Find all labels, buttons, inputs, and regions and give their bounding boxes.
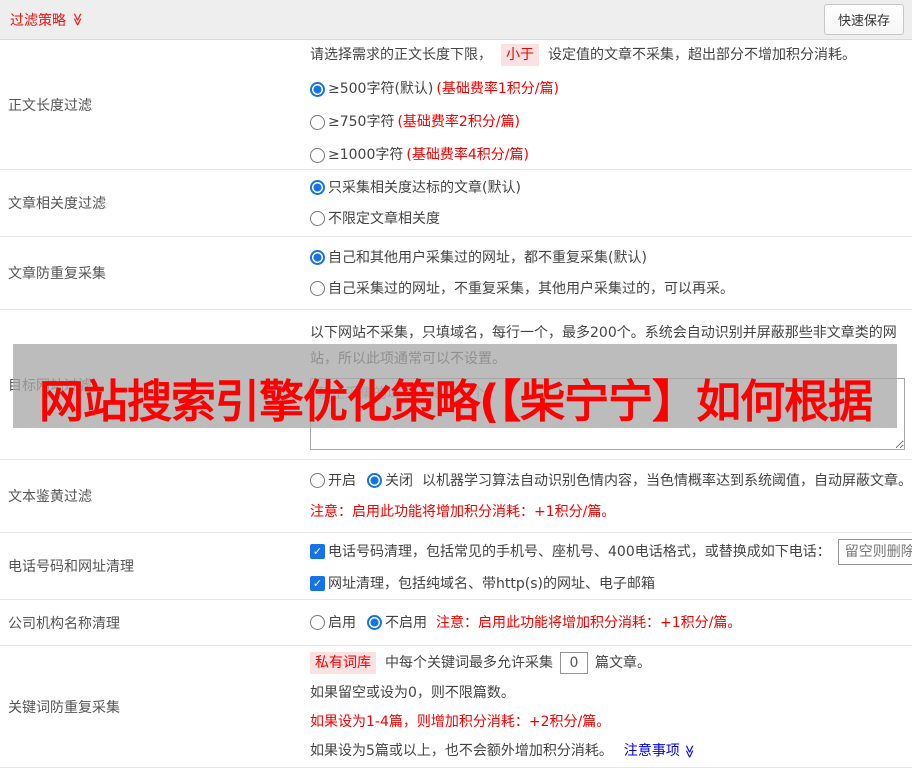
radio-icon[interactable] [310, 615, 325, 630]
row-label: 文本鉴黄过滤 [8, 489, 92, 505]
row-label: 公司机构名称清理 [8, 615, 120, 632]
radio-icon[interactable] [310, 147, 325, 163]
keyword-note-zero: 如果留空或设为0，则不限篇数。 [310, 685, 515, 701]
radio-option-dedup-all[interactable]: 自己和其他用户采集过的网址，都不重复采集(默认) [310, 248, 905, 268]
chevron-down-icon: ≫ [69, 12, 85, 27]
radio-option-500[interactable]: ≥500字符(默认) (基础费率1积分/篇) [310, 79, 905, 99]
porn-filter-description: 以机器学习算法自动识别色情内容，当色情概率达到系统阈值，自动屏蔽文章。 [422, 472, 912, 489]
radio-option-750[interactable]: ≥750字符 (基础费率2积分/篇) [310, 112, 905, 132]
page-title: 过滤策略 [10, 12, 66, 29]
url-clean-checkbox-row: 网址清理，包括纯域名、带http(s)的网址、电子邮箱 [310, 574, 912, 594]
radio-icon[interactable] [310, 281, 325, 296]
row-relevance-filter: 文章相关度过滤 只采集相关度达标的文章(默认) 不限定文章相关度 [0, 170, 912, 237]
keyword-note-cost: 如果设为1-4篇，则增加积分消耗：+2积分/篇。 [310, 714, 611, 730]
company-clean-cost-note: 注意：启用此功能将增加积分消耗：+1积分/篇。 [436, 614, 742, 631]
target-filter-description: 以下网站不采集，只填域名，每行一个，最多200个。系统会自动识别并屏蔽那些非文章… [310, 324, 897, 367]
radio-icon[interactable] [310, 114, 325, 130]
radio-option-company-off[interactable]: 不启用 [367, 613, 427, 633]
row-target-website-filter: 目标网站过滤 以下网站不采集，只填域名，每行一个，最多200个。系统会自动识别并… [0, 310, 912, 460]
row-label: 文章防重复采集 [8, 266, 106, 282]
radio-option-company-on[interactable]: 启用 [310, 613, 356, 633]
row-phone-url-cleaning: 电话号码和网址清理 电话号码清理，包括常见的手机号、座机号、400电话格式，或替… [0, 533, 912, 600]
keyword-limit-row: 私有词库 中每个关键词最多允许采集 篇文章。 [310, 652, 905, 674]
radio-icon[interactable] [310, 250, 325, 265]
radio-option-relevance-unlimited[interactable]: 不限定文章相关度 [310, 209, 905, 229]
phone-clean-checkbox[interactable] [310, 544, 325, 559]
row-label: 关键词防重复采集 [8, 699, 120, 716]
less-than-tag: 小于 [501, 44, 539, 66]
row-porn-filter: 文本鉴黄过滤 开启 关闭 以机器学习算法自动识别色情内容，当色情概率达到系统阈值… [0, 460, 912, 533]
radio-icon[interactable] [310, 473, 325, 488]
chevron-down-icon: ≫ [681, 744, 697, 758]
notes-link[interactable]: 注意事项 ≫ [624, 741, 696, 761]
replacement-phone-input[interactable] [837, 538, 912, 565]
row-dedup-collection: 文章防重复采集 自己和其他用户采集过的网址，都不重复采集(默认) 自己采集过的网… [0, 237, 912, 310]
url-clean-checkbox[interactable] [310, 576, 325, 591]
row-label: 目标网站过滤 [8, 377, 92, 394]
length-filter-description: 请选择需求的正文长度下限， 小于 设定值的文章不采集，超出部分不增加积分消耗。 [310, 44, 905, 66]
radio-icon[interactable] [310, 180, 325, 195]
row-label: 文章相关度过滤 [8, 196, 106, 212]
row-label: 电话号码和网址清理 [8, 559, 134, 575]
radio-icon[interactable] [310, 211, 325, 226]
radio-option-dedup-self[interactable]: 自己采集过的网址，不重复采集，其他用户采集过的，可以再采。 [310, 279, 905, 299]
filter-strategy-page: 过滤策略 ≫ 快速保存 正文长度过滤 请选择需求的正文长度下限， 小于 设定值的… [0, 0, 912, 768]
section-toggle-filter-strategy[interactable]: 过滤策略 ≫ [10, 10, 84, 30]
row-content-length-filter: 正文长度过滤 请选择需求的正文长度下限， 小于 设定值的文章不采集，超出部分不增… [0, 40, 912, 170]
radio-option-porn-off[interactable]: 关闭 [367, 471, 413, 491]
phone-clean-checkbox-row: 电话号码清理，包括常见的手机号、座机号、400电话格式，或替换成如下电话： [310, 538, 912, 565]
row-label: 正文长度过滤 [8, 97, 92, 114]
topbar: 过滤策略 ≫ 快速保存 [0, 0, 912, 40]
radio-icon[interactable] [367, 615, 382, 630]
radio-option-1000[interactable]: ≥1000字符 (基础费率4积分/篇) [310, 145, 905, 165]
quick-save-button[interactable]: 快速保存 [823, 4, 904, 35]
private-lexicon-tag: 私有词库 [310, 652, 376, 674]
radio-icon[interactable] [310, 81, 325, 97]
radio-icon[interactable] [367, 473, 382, 488]
keyword-max-count-input[interactable] [560, 652, 588, 674]
porn-filter-cost-note: 注意：启用此功能将增加积分消耗：+1积分/篇。 [310, 503, 616, 520]
keyword-note-five: 如果设为5篇或以上，也不会额外增加积分消耗。 注意事项 ≫ [310, 741, 697, 761]
radio-option-relevance-default[interactable]: 只采集相关度达标的文章(默认) [310, 178, 905, 198]
blocked-domains-textarea[interactable] [310, 377, 905, 450]
row-company-name-cleaning: 公司机构名称清理 启用 不启用 注意：启用此功能将增加积分消耗：+1积分/篇。 [0, 600, 912, 646]
radio-option-porn-on[interactable]: 开启 [310, 471, 356, 491]
row-keyword-dedup: 关键词防重复采集 私有词库 中每个关键词最多允许采集 篇文章。 如果留空或设为0… [0, 646, 912, 768]
